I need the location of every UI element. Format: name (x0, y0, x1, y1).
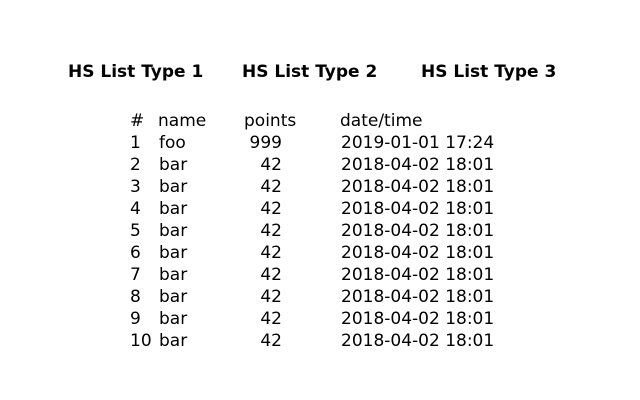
row-rank: 9 (130, 309, 141, 329)
header-date: date/time (340, 111, 423, 131)
row-name: bar (159, 331, 188, 351)
row-date: 2018-04-02 18:01 (341, 221, 495, 241)
row-date: 2018-04-02 18:01 (341, 199, 495, 219)
row-rank: 8 (130, 287, 141, 307)
row-rank: 7 (130, 265, 141, 285)
table-row: 4 bar 42 2018-04-02 18:01 (0, 198, 640, 220)
row-date: 2018-04-02 18:01 (341, 331, 495, 351)
row-rank: 6 (130, 243, 141, 263)
tab-hs-list-type-2[interactable]: HS List Type 2 (242, 61, 377, 83)
row-points: 999 (249, 133, 282, 153)
table-row: 5 bar 42 2018-04-02 18:01 (0, 220, 640, 242)
row-name: bar (159, 287, 188, 307)
row-points: 42 (260, 287, 282, 307)
row-date: 2018-04-02 18:01 (341, 265, 495, 285)
table-row: 8 bar 42 2018-04-02 18:01 (0, 286, 640, 308)
table-row: 10 bar 42 2018-04-02 18:01 (0, 330, 640, 352)
row-points: 42 (260, 265, 282, 285)
highscore-table: # name points date/time 1 foo 999 2019-0… (0, 110, 640, 352)
table-header-row: # name points date/time (0, 110, 640, 132)
row-points: 42 (260, 243, 282, 263)
header-rank: # (130, 111, 145, 131)
header-name: name (158, 111, 207, 131)
tab-hs-list-type-1[interactable]: HS List Type 1 (68, 61, 203, 83)
row-date: 2018-04-02 18:01 (341, 309, 495, 329)
row-points: 42 (260, 155, 282, 175)
row-name: foo (159, 133, 186, 153)
table-row: 2 bar 42 2018-04-02 18:01 (0, 154, 640, 176)
row-rank: 10 (130, 331, 152, 351)
row-name: bar (159, 199, 188, 219)
row-name: bar (159, 243, 188, 263)
row-points: 42 (260, 221, 282, 241)
row-points: 42 (260, 331, 282, 351)
row-rank: 2 (130, 155, 141, 175)
row-rank: 4 (130, 199, 141, 219)
table-row: 1 foo 999 2019-01-01 17:24 (0, 132, 640, 154)
row-points: 42 (260, 177, 282, 197)
table-row: 9 bar 42 2018-04-02 18:01 (0, 308, 640, 330)
row-rank: 1 (130, 133, 141, 153)
row-rank: 5 (130, 221, 141, 241)
header-points: points (244, 111, 297, 131)
row-name: bar (159, 177, 188, 197)
row-points: 42 (260, 199, 282, 219)
row-points: 42 (260, 309, 282, 329)
row-name: bar (159, 221, 188, 241)
row-date: 2018-04-02 18:01 (341, 287, 495, 307)
row-date: 2018-04-02 18:01 (341, 243, 495, 263)
row-name: bar (159, 265, 188, 285)
table-row: 6 bar 42 2018-04-02 18:01 (0, 242, 640, 264)
table-row: 7 bar 42 2018-04-02 18:01 (0, 264, 640, 286)
row-name: bar (159, 155, 188, 175)
tab-hs-list-type-3[interactable]: HS List Type 3 (421, 61, 556, 83)
hs-list-type-tabs: HS List Type 1 HS List Type 2 HS List Ty… (0, 61, 640, 85)
row-date: 2018-04-02 18:01 (341, 155, 495, 175)
row-name: bar (159, 309, 188, 329)
table-row: 3 bar 42 2018-04-02 18:01 (0, 176, 640, 198)
row-rank: 3 (130, 177, 141, 197)
row-date: 2019-01-01 17:24 (341, 133, 495, 153)
row-date: 2018-04-02 18:01 (341, 177, 495, 197)
